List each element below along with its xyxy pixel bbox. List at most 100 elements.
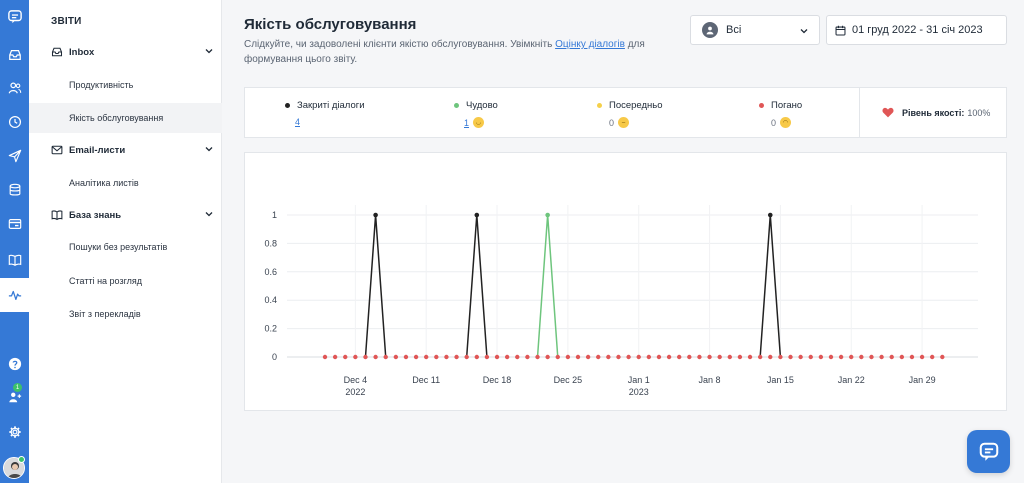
sidebar-heading: ЗВІТИ (51, 16, 82, 27)
data-point-bad (859, 354, 864, 360)
agent-select[interactable]: Всі (690, 15, 820, 45)
y-tick-label: 0.8 (264, 238, 277, 248)
data-point-bad (606, 354, 611, 360)
data-point-bad (636, 354, 641, 360)
data-point-bad (575, 354, 581, 360)
data-point-bad (332, 354, 338, 360)
data-point (545, 212, 550, 218)
series-line-Закриті діалоги (364, 214, 387, 358)
x-tick-label: Dec 11 (412, 375, 440, 385)
sidebar-item-translations-report[interactable]: Звіт з перекладів (29, 299, 222, 329)
stat-label: Закриті діалоги (297, 100, 365, 111)
x-year-label: 2023 (629, 387, 649, 397)
database-icon[interactable] (0, 179, 29, 201)
quality-value: 100% (967, 107, 991, 118)
settings-icon[interactable] (0, 421, 29, 443)
date-range-picker[interactable]: 01 груд 2022 - 31 січ 2023 (826, 15, 1007, 45)
sad-emoji-icon: ◠ (780, 117, 792, 128)
stat-label: Погано (771, 100, 803, 111)
data-point-bad (828, 354, 834, 360)
data-point-bad (322, 354, 328, 360)
data-point-bad (626, 354, 631, 360)
x-year-label: 2022 (345, 387, 365, 397)
chevron-down-icon (205, 49, 213, 54)
app-rail: 1 (0, 0, 29, 483)
send-icon[interactable] (0, 145, 29, 167)
smile-emoji-icon: ◡ (473, 117, 485, 128)
book-icon (51, 210, 63, 221)
data-point-bad (747, 354, 753, 360)
stat-bad: Погано 0 ◠ (759, 100, 802, 128)
data-point-bad (383, 354, 388, 360)
stat-great-value[interactable]: 1 (464, 118, 469, 128)
chat-logo-icon[interactable] (0, 6, 29, 28)
sidebar-item-label: Продуктивність (69, 80, 134, 90)
legend-dot (285, 103, 290, 108)
x-tick-label: Jan 8 (699, 375, 721, 385)
team-icon[interactable]: 1 (0, 383, 29, 408)
contacts-icon[interactable] (0, 77, 29, 99)
data-point-bad (616, 354, 621, 360)
data-point-bad (798, 354, 803, 360)
data-point (767, 212, 773, 218)
data-point-bad (474, 354, 479, 360)
sidebar-item-searches-no-results[interactable]: Пошуки без результатів (29, 232, 222, 262)
data-point-bad (899, 354, 905, 360)
heart-icon (882, 107, 894, 118)
sidebar-group-label: База знань (69, 209, 122, 221)
stat-average: Посередньо 0– (597, 100, 663, 128)
y-tick-label: 0 (272, 352, 277, 362)
sidebar-group-label: Inbox (69, 46, 95, 58)
sidebar-group-knowledge-base[interactable]: База знань (51, 206, 213, 224)
data-point-bad (707, 354, 712, 360)
sidebar-item-label: Пошуки без результатів (69, 242, 168, 252)
series-line-Закриті діалоги (759, 214, 782, 358)
reports-icon[interactable] (0, 278, 29, 312)
data-point-bad (525, 354, 530, 360)
data-point-bad (697, 354, 702, 360)
dialog-rating-link[interactable]: Оцінку діалогів (555, 39, 625, 50)
sidebar-group-email[interactable]: Email-листи (51, 141, 213, 159)
data-point-bad (596, 354, 601, 360)
sidebar-item-label: Статті на розгляд (69, 276, 143, 286)
sidebar-item-email-analytics[interactable]: Аналітика листів (29, 168, 222, 198)
sidebar-item-label: Аналітика листів (69, 178, 139, 188)
book-icon[interactable] (0, 249, 29, 271)
quality-chart-card: 0 0.2 0.4 0.6 0.8 1 Dec 4 2022 Dec 11 Dec 18 Dec 2… (244, 152, 1007, 411)
page-subtitle: Слідкуйте, чи задоволені клієнти якістю … (244, 37, 664, 67)
y-tick-label: 1 (272, 210, 277, 220)
reports-sidebar: ЗВІТИ Inbox Продуктивність Якість обслуг… (29, 0, 222, 483)
chat-widget-button[interactable] (967, 430, 1010, 473)
sidebar-item-articles-review[interactable]: Статті на розгляд (29, 266, 222, 296)
data-point-bad (545, 354, 550, 360)
sidebar-item-service-quality[interactable]: Якість обслуговування (29, 103, 222, 133)
data-point-bad (585, 354, 591, 360)
data-point-bad (737, 354, 743, 360)
data-point-bad (889, 354, 894, 360)
sidebar-group-inbox[interactable]: Inbox (51, 43, 213, 61)
x-tick-label: Jan 29 (909, 375, 936, 385)
data-point-bad (363, 354, 368, 360)
card-icon[interactable] (0, 213, 29, 235)
data-point-bad (666, 354, 672, 360)
data-point-bad (808, 354, 813, 360)
inbox-icon[interactable] (0, 44, 29, 66)
data-point (373, 212, 378, 218)
x-tick-label: Dec 18 (483, 375, 512, 385)
data-point-bad (930, 354, 935, 360)
clock-icon[interactable] (0, 111, 29, 133)
legend-dot (597, 103, 602, 108)
y-tick-label: 0.6 (264, 267, 277, 277)
subtitle-text: Слідкуйте, чи задоволені клієнти якістю … (244, 39, 556, 50)
data-point-bad (444, 354, 449, 360)
quality-line-chart: 0 0.2 0.4 0.6 0.8 1 Dec 4 2022 Dec 11 Dec 18 Dec 2… (264, 205, 978, 397)
sidebar-item-productivity[interactable]: Продуктивність (29, 70, 222, 100)
data-point-bad (869, 354, 874, 360)
stat-average-value: 0 (609, 117, 615, 128)
data-point-bad (535, 354, 540, 360)
help-icon[interactable] (0, 353, 29, 375)
data-point-bad (484, 354, 490, 360)
data-point-bad (373, 354, 378, 360)
stat-closed-value[interactable]: 4 (295, 117, 365, 127)
x-tick-label: Jan 1 (628, 375, 650, 385)
